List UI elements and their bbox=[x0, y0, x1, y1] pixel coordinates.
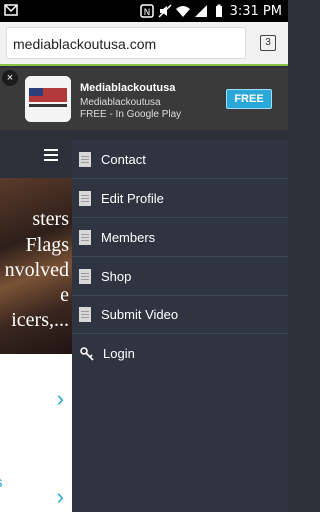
nfc-icon: N bbox=[139, 4, 154, 18]
menu-item-login[interactable]: Login bbox=[72, 334, 288, 373]
close-banner-button[interactable]: × bbox=[2, 70, 18, 86]
menu-item-label: Login bbox=[103, 346, 135, 361]
mute-icon bbox=[158, 4, 172, 18]
document-icon bbox=[79, 306, 91, 322]
key-icon bbox=[80, 346, 94, 361]
install-free-button[interactable]: FREE bbox=[226, 89, 272, 109]
document-icon bbox=[79, 268, 91, 284]
card-link[interactable]: rs bbox=[0, 474, 3, 491]
menu-item-label: Edit Profile bbox=[101, 190, 164, 206]
signal-icon bbox=[194, 5, 207, 17]
notification-icon bbox=[4, 4, 18, 16]
chevron-right-icon[interactable]: › bbox=[57, 386, 64, 412]
document-icon bbox=[79, 190, 91, 206]
menu-item-contact[interactable]: Contact bbox=[72, 140, 288, 179]
site-header bbox=[0, 132, 72, 178]
browser-toolbar: mediablackoutusa.com 3 bbox=[0, 22, 288, 66]
app-logo-icon[interactable] bbox=[25, 76, 71, 122]
url-field[interactable]: mediablackoutusa.com bbox=[6, 27, 246, 59]
hero-text-line: nvolved bbox=[4, 259, 69, 281]
menu-item-submit-video[interactable]: Submit Video bbox=[72, 295, 288, 334]
app-title: Mediablackoutusa bbox=[80, 82, 176, 94]
clock: 3:31 PM bbox=[229, 3, 282, 19]
menu-item-label: Shop bbox=[101, 268, 132, 284]
menu-item-label: Contact bbox=[101, 151, 146, 167]
menu-item-label: Submit Video bbox=[101, 306, 179, 322]
hero-text-line: icers,... bbox=[11, 309, 69, 331]
menu-item-edit-profile[interactable]: Edit Profile bbox=[72, 179, 288, 218]
app-store-info: FREE - In Google Play bbox=[80, 109, 182, 120]
menu-item-label: Members bbox=[101, 229, 156, 245]
hero-slider[interactable]: sters Flags nvolved e icers,... bbox=[0, 178, 72, 354]
app-developer: Mediablackoutusa bbox=[80, 97, 161, 108]
side-menu: Contact Edit Profile Members Shop Submit… bbox=[72, 140, 288, 512]
hero-text-line: Flags bbox=[25, 234, 69, 256]
tab-switcher-button[interactable]: 3 bbox=[260, 35, 276, 51]
menu-item-shop[interactable]: Shop bbox=[72, 257, 288, 296]
battery-icon bbox=[215, 4, 222, 17]
menu-item-members[interactable]: Members bbox=[72, 218, 288, 257]
page-content: sters Flags nvolved e icers,... › rs › bbox=[0, 132, 72, 512]
chevron-right-icon[interactable]: › bbox=[57, 484, 64, 510]
svg-text:N: N bbox=[143, 8, 150, 18]
hero-text-line: sters bbox=[32, 208, 69, 230]
status-bar: N 3:31 PM bbox=[0, 0, 288, 22]
content-card: › rs › bbox=[0, 354, 72, 512]
document-icon bbox=[79, 229, 91, 245]
hero-text-line: e bbox=[60, 284, 69, 306]
wifi-icon bbox=[175, 6, 190, 17]
hamburger-menu-icon[interactable] bbox=[44, 149, 58, 161]
document-icon bbox=[79, 151, 91, 167]
